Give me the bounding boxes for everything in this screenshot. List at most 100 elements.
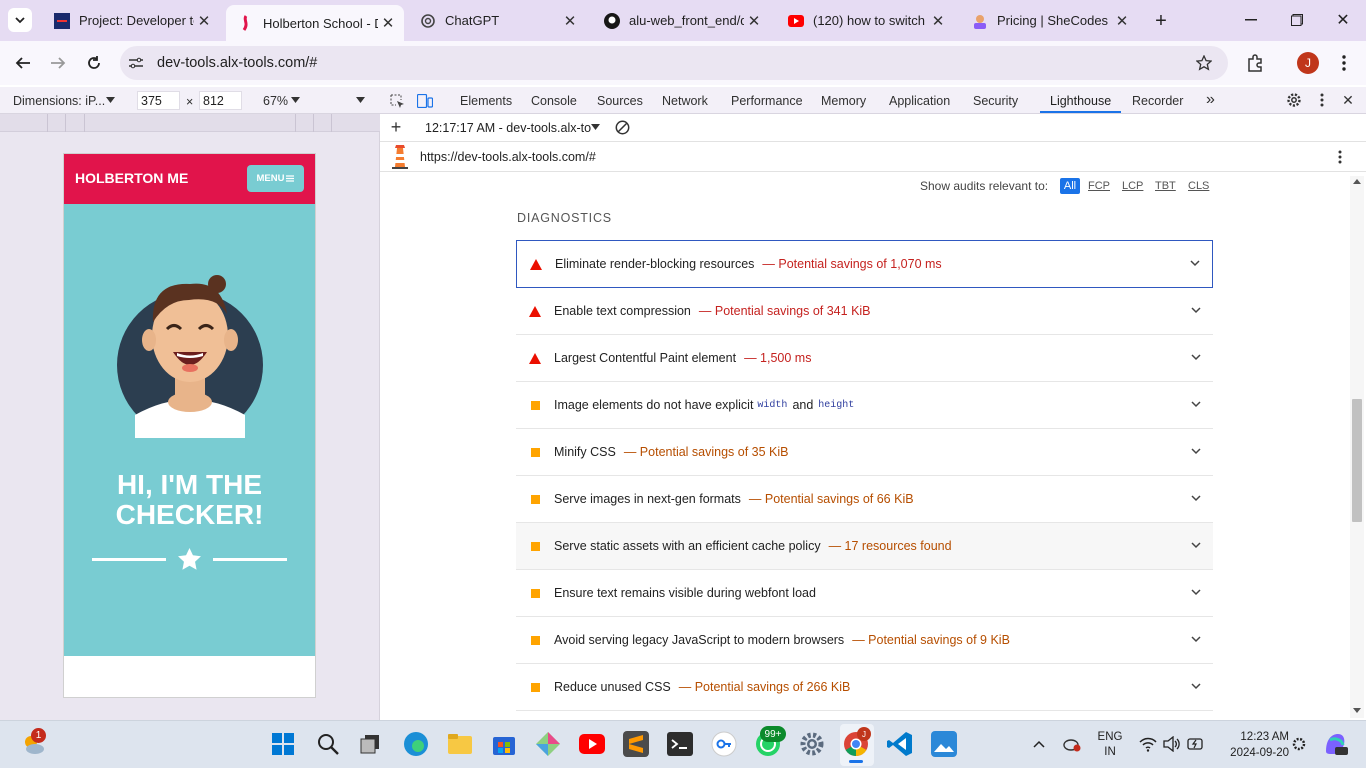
chevron-down-icon[interactable] <box>1191 399 1201 409</box>
close-window-icon[interactable]: ✕ <box>1332 10 1354 30</box>
tab-holberton[interactable]: Holberton School - D ✕ <box>226 5 404 41</box>
scrollbar-thumb[interactable] <box>1352 399 1362 522</box>
report-scrollbar[interactable] <box>1350 176 1364 718</box>
url-text[interactable]: dev-tools.alx-tools.com/# <box>157 55 317 71</box>
filter-tbt[interactable]: TBT <box>1155 180 1176 192</box>
filter-lcp[interactable]: LCP <box>1122 180 1143 192</box>
back-arrow-icon[interactable] <box>12 52 34 74</box>
close-tab-icon[interactable]: ✕ <box>560 12 580 30</box>
audit-item[interactable]: Image elements do not have explicit widt… <box>516 382 1213 429</box>
scroll-up-arrow-icon[interactable] <box>1353 178 1361 184</box>
audit-item[interactable]: Eliminate render-blocking resources — Po… <box>516 240 1213 288</box>
audit-item[interactable]: Minify CSS — Potential savings of 35 KiB <box>516 429 1213 476</box>
new-tab-button[interactable]: + <box>1150 10 1172 32</box>
device-width-input[interactable]: 375 <box>137 91 180 110</box>
device-dimensions-dropdown[interactable]: Dimensions: iP... <box>13 94 105 108</box>
audit-item[interactable]: Enable text compression — Potential savi… <box>516 288 1213 335</box>
tab-recorder[interactable]: Recorder <box>1132 94 1183 108</box>
report-menu-icon[interactable] <box>1334 148 1346 166</box>
device-height-input[interactable]: 812 <box>199 91 242 110</box>
sublime-text-icon[interactable] <box>623 731 649 757</box>
site-info-icon[interactable] <box>127 54 145 72</box>
chevron-down-icon[interactable] <box>1191 634 1201 644</box>
tab-network[interactable]: Network <box>662 94 708 108</box>
tab-console[interactable]: Console <box>531 94 577 108</box>
tab-performance[interactable]: Performance <box>731 94 803 108</box>
reload-icon[interactable] <box>83 52 105 74</box>
audit-item[interactable]: Largest Contentful Paint element — 1,500… <box>516 335 1213 382</box>
chevron-down-icon[interactable] <box>1191 540 1201 550</box>
battery-icon[interactable] <box>1187 737 1205 751</box>
settings-gear-icon[interactable] <box>1285 91 1303 109</box>
close-tab-icon[interactable]: ✕ <box>378 14 398 32</box>
vscode-icon[interactable] <box>887 731 913 757</box>
audit-item[interactable]: Ensure text remains visible during webfo… <box>516 570 1213 617</box>
report-url[interactable]: https://dev-tools.alx-tools.com/# <box>420 150 596 164</box>
tab-sources[interactable]: Sources <box>597 94 643 108</box>
audit-item[interactable]: Reduce unused CSS — Potential savings of… <box>516 664 1213 711</box>
tab-shecodes[interactable]: Pricing | SheCodes ✕ <box>960 5 1138 36</box>
tab-alx[interactable]: Project: Developer to ✕ <box>42 5 220 36</box>
site-brand[interactable]: HOLBERTON ME <box>75 170 188 186</box>
edge-browser-icon[interactable] <box>403 731 429 757</box>
bookmark-star-icon[interactable] <box>1194 53 1214 73</box>
remote-app-icon[interactable] <box>711 731 737 757</box>
youtube-app-icon[interactable] <box>579 734 605 754</box>
tab-chatgpt[interactable]: ChatGPT ✕ <box>408 5 586 36</box>
tab-youtube[interactable]: (120) how to switch s ✕ <box>776 5 954 36</box>
extensions-puzzle-icon[interactable] <box>1244 52 1266 74</box>
new-report-plus-icon[interactable]: + <box>388 117 404 137</box>
chevron-down-icon[interactable] <box>1191 446 1201 456</box>
filter-cls[interactable]: CLS <box>1188 180 1209 192</box>
tab-memory[interactable]: Memory <box>821 94 866 108</box>
chevron-down-icon[interactable] <box>1191 587 1201 597</box>
chevron-down-icon[interactable] <box>1191 493 1201 503</box>
chevron-down-icon[interactable] <box>1191 681 1201 691</box>
audit-item[interactable]: Serve images in next-gen formats — Poten… <box>516 476 1213 523</box>
chevron-down-icon[interactable] <box>1190 258 1200 268</box>
vpn-status-icon[interactable] <box>1063 736 1081 752</box>
close-tab-icon[interactable]: ✕ <box>928 12 948 30</box>
terminal-icon[interactable] <box>667 732 693 756</box>
restore-window-icon[interactable] <box>1286 10 1308 30</box>
close-tab-icon[interactable]: ✕ <box>744 12 764 30</box>
start-windows-icon[interactable] <box>272 733 294 755</box>
photos-app-icon[interactable] <box>931 731 957 757</box>
tab-application[interactable]: Application <box>889 94 950 108</box>
device-toolbar-toggle-icon[interactable] <box>416 92 434 110</box>
tab-security[interactable]: Security <box>973 94 1018 108</box>
chevron-down-icon[interactable] <box>1191 352 1201 362</box>
scroll-down-arrow-icon[interactable] <box>1353 708 1361 714</box>
tab-github[interactable]: alu-web_front_end/d ✕ <box>592 5 770 36</box>
settings-app-icon[interactable] <box>799 731 825 757</box>
close-tab-icon[interactable]: ✕ <box>1112 12 1132 30</box>
close-tab-icon[interactable]: ✕ <box>194 12 214 30</box>
chrome-menu-icon[interactable] <box>1336 52 1352 74</box>
report-selector[interactable]: 12:17:17 AM - dev-tools.alx-to <box>425 121 591 135</box>
filter-all[interactable]: All <box>1060 178 1080 194</box>
microsoft-store-icon[interactable] <box>491 731 517 757</box>
clear-reports-icon[interactable] <box>614 119 631 136</box>
language-indicator[interactable]: ENG IN <box>1094 730 1126 760</box>
site-menu-button[interactable]: MENU <box>247 165 304 192</box>
audit-item[interactable]: Serve static assets with an efficient ca… <box>516 523 1213 570</box>
wifi-icon[interactable] <box>1139 736 1157 752</box>
forward-arrow-icon[interactable] <box>47 52 69 74</box>
zoom-dropdown[interactable]: 67% <box>263 94 288 108</box>
focus-settings-icon[interactable] <box>1291 735 1307 753</box>
file-explorer-icon[interactable] <box>447 732 473 756</box>
show-hidden-icons-chevron[interactable] <box>1031 736 1047 752</box>
design-app-icon[interactable] <box>535 731 561 757</box>
filter-fcp[interactable]: FCP <box>1088 180 1110 192</box>
copilot-icon[interactable] <box>1322 731 1348 757</box>
tab-search-button[interactable] <box>8 8 32 32</box>
chevron-down-icon[interactable] <box>1191 305 1201 315</box>
devtools-menu-icon[interactable] <box>1316 91 1328 109</box>
caret-down-icon[interactable] <box>356 97 365 103</box>
task-view-icon[interactable] <box>359 733 381 755</box>
tab-lighthouse[interactable]: Lighthouse <box>1050 94 1111 108</box>
search-icon[interactable] <box>315 731 341 757</box>
inspect-element-icon[interactable] <box>388 92 406 110</box>
audit-item[interactable]: Avoid serving legacy JavaScript to moder… <box>516 617 1213 664</box>
close-devtools-icon[interactable]: ✕ <box>1340 91 1356 109</box>
